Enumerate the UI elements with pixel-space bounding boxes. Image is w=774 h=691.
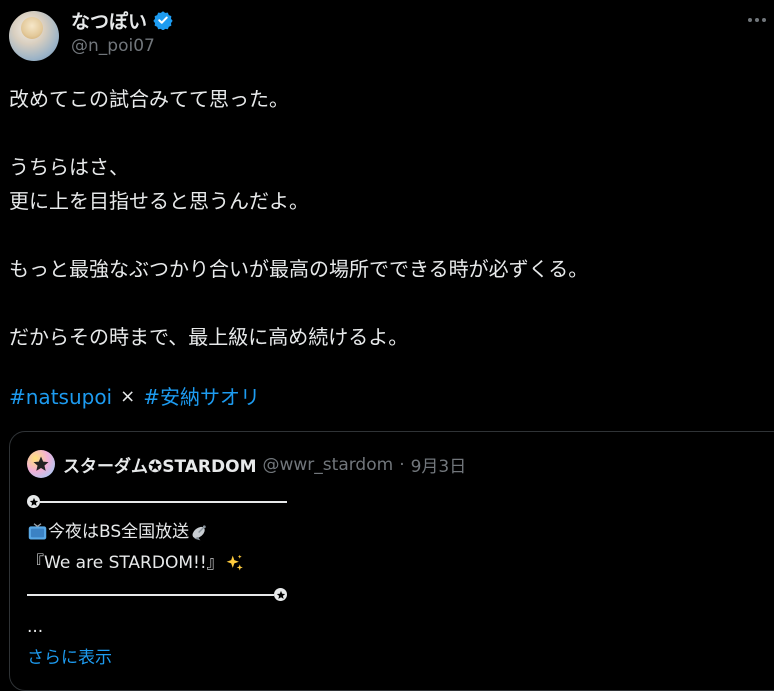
star-logo-icon <box>33 456 49 471</box>
tweet-line: だからその時まで、最上級に高め続けるよ。 <box>9 325 409 349</box>
quoted-avatar[interactable] <box>27 450 55 478</box>
quoted-header: スターダム✪STARDOM @wwr_stardom · 9月3日 <box>63 452 467 478</box>
star-rule-bottom <box>27 579 287 610</box>
quoted-line-text: 今夜はBS全国放送 <box>48 522 190 542</box>
quoted-date[interactable]: 9月3日 <box>411 452 467 477</box>
tweet-line: 改めてこの試合みてて思った。 <box>9 87 289 111</box>
star-badge-icon <box>274 588 287 601</box>
verified-icon <box>153 11 173 30</box>
quoted-line-text: 『We are STARDOM!!』 <box>27 553 224 573</box>
author-avatar[interactable] <box>9 11 59 61</box>
tweet-line: 更に上を目指せると思うんだよ。 <box>9 189 309 213</box>
tv-icon <box>28 523 47 540</box>
quoted-line: 今夜はBS全国放送 <box>27 517 287 548</box>
quoted-handle[interactable]: @wwr_stardom <box>263 455 394 475</box>
separator: × <box>120 386 136 407</box>
tweet-text: 改めてこの試合みてて思った。 うちらはさ、 更に上を目指せると思うんだよ。 もっ… <box>9 82 749 354</box>
meta-dot: · <box>399 454 405 475</box>
more-icon[interactable] <box>744 10 770 30</box>
divider-line <box>40 500 287 503</box>
divider-line <box>27 593 274 596</box>
author-name-row: なつぽい <box>71 7 173 33</box>
quoted-line: 『We are STARDOM!!』 <box>27 548 287 579</box>
hashtag-anou-saori[interactable]: #安納サオリ <box>143 381 260 413</box>
star-rule-top <box>27 486 287 517</box>
author-display-name[interactable]: なつぽい <box>71 7 147 34</box>
quoted-body: 今夜はBS全国放送 『We are STARDOM!!』 ... さらに表示 <box>27 486 287 674</box>
quoted-display-name[interactable]: スターダム✪STARDOM <box>63 452 257 477</box>
tweet-line: もっと最強なぶつかり合いが最高の場所でできる時が必ずくる。 <box>9 257 589 281</box>
tweet-line: うちらはさ、 <box>9 155 129 179</box>
star-badge-icon <box>27 495 40 508</box>
hashtag-row: #natsupoi × #安納サオリ <box>9 381 260 413</box>
ellipsis: ... <box>27 617 44 637</box>
quoted-tweet-card[interactable]: スターダム✪STARDOM @wwr_stardom · 9月3日 今夜はBS全… <box>9 431 774 691</box>
show-more-link[interactable]: さらに表示 <box>27 643 287 674</box>
sparkles-icon <box>226 554 243 571</box>
satellite-dish-icon <box>192 525 206 541</box>
author-handle[interactable]: @n_poi07 <box>71 36 155 56</box>
hashtag-natsupoi[interactable]: #natsupoi <box>9 381 112 413</box>
